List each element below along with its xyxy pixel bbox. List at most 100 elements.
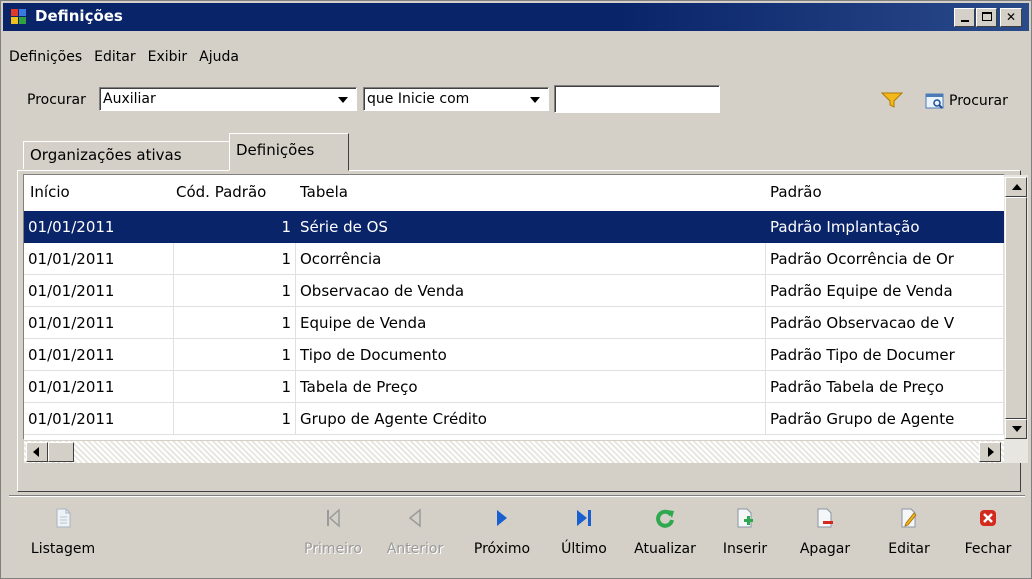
- definitions-table[interactable]: Início Cód. Padrão Tabela Padrão 01/01/2…: [23, 174, 1005, 440]
- first-record-icon: [327, 508, 340, 528]
- delete-icon: [817, 508, 833, 528]
- table-cell-cod[interactable]: 1: [174, 243, 296, 275]
- anterior-button[interactable]: Anterior: [377, 507, 453, 571]
- search-field-value: Auxiliar: [103, 91, 156, 107]
- apagar-button[interactable]: Apagar: [793, 507, 857, 571]
- menu-ajuda[interactable]: Ajuda: [199, 49, 239, 69]
- table-cell-inicio[interactable]: 01/01/2011: [24, 211, 174, 243]
- table-cell-inicio[interactable]: 01/01/2011: [24, 275, 174, 307]
- vertical-scrollbar[interactable]: [1004, 175, 1028, 463]
- table-row[interactable]: 01/01/2011 1 Ocorrência Padrão Ocorrência d…: [24, 243, 1004, 275]
- maximize-icon: [981, 12, 992, 21]
- inserir-button[interactable]: Inserir: [713, 507, 777, 571]
- chevron-down-icon: [338, 97, 348, 103]
- table-cell-padrao[interactable]: Padrão Ocorrência de Or: [766, 243, 1004, 275]
- column-header-cod-padrao[interactable]: Cód. Padrão: [176, 183, 266, 201]
- table-row[interactable]: 01/01/2011 1 Tipo de Documento Padrão Tipo …: [24, 339, 1004, 371]
- table-cell-cod[interactable]: 1: [174, 339, 296, 371]
- arrow-right-icon: [988, 447, 994, 457]
- column-header-inicio[interactable]: Início: [30, 183, 70, 201]
- scroll-left-button[interactable]: [26, 442, 48, 462]
- search-field-select[interactable]: Auxiliar: [99, 87, 357, 111]
- column-header-tabela[interactable]: Tabela: [300, 183, 348, 201]
- next-record-icon: [497, 510, 507, 526]
- refresh-icon: [656, 509, 674, 528]
- proximo-button[interactable]: Próximo: [463, 507, 541, 571]
- listagem-button[interactable]: Listagem: [23, 507, 103, 571]
- table-cell-inicio[interactable]: 01/01/2011: [24, 403, 174, 435]
- table-row[interactable]: 01/01/2011 1 Equipe de Venda Padrão Observa…: [24, 307, 1004, 339]
- table-cell-tabela[interactable]: Tipo de Documento: [296, 339, 766, 371]
- table-cell-tabela[interactable]: Ocorrência: [296, 243, 766, 275]
- scroll-thumb-horizontal[interactable]: [48, 442, 74, 462]
- minimize-button[interactable]: [954, 8, 975, 27]
- column-header-padrao[interactable]: Padrão: [770, 183, 822, 201]
- scroll-right-button[interactable]: [979, 442, 1001, 462]
- scroll-down-button[interactable]: [1005, 419, 1027, 439]
- previous-record-icon: [408, 508, 421, 528]
- search-icon: [925, 93, 944, 109]
- table-cell-cod[interactable]: 1: [174, 307, 296, 339]
- close-window-button[interactable]: ✕: [1000, 8, 1022, 27]
- table-cell-inicio[interactable]: 01/01/2011: [24, 371, 174, 403]
- minimize-icon: [960, 20, 969, 22]
- maximize-button[interactable]: [976, 8, 997, 27]
- chevron-down-icon: [530, 97, 540, 103]
- ultimo-button[interactable]: Último: [551, 507, 617, 571]
- search-condition-select[interactable]: que Inicie com: [363, 87, 549, 111]
- table-cell-padrao[interactable]: Padrão Equipe de Venda: [766, 275, 1004, 307]
- table-cell-tabela[interactable]: Série de OS: [296, 211, 766, 243]
- table-row[interactable]: 01/01/2011 1 Observacao de Venda Padrão Equ…: [24, 275, 1004, 307]
- table-cell-padrao[interactable]: Padrão Grupo de Agente: [766, 403, 1004, 435]
- table-row[interactable]: 01/01/2011 1 Tabela de Preço Padrão Tabela …: [24, 371, 1004, 403]
- edit-icon: [901, 508, 917, 528]
- table-header: Início Cód. Padrão Tabela Padrão: [24, 175, 1004, 211]
- title-bar[interactable]: Definições ✕: [3, 3, 1029, 31]
- proximo-label: Próximo: [473, 541, 531, 557]
- tab-definicoes[interactable]: Definições: [229, 133, 349, 171]
- table-row[interactable]: 01/01/2011 1 Série de OS Padrão Implantação: [24, 211, 1004, 243]
- apagar-label: Apagar: [799, 541, 851, 557]
- search-condition-value: que Inicie com: [367, 91, 470, 107]
- editar-button[interactable]: Editar: [879, 507, 939, 571]
- primeiro-button[interactable]: Primeiro: [297, 507, 369, 571]
- filter-icon[interactable]: [881, 91, 903, 109]
- table-cell-tabela[interactable]: Tabela de Preço: [296, 371, 766, 403]
- search-button[interactable]: Procurar: [925, 89, 1008, 113]
- inserir-label: Inserir: [722, 541, 768, 557]
- table-cell-tabela[interactable]: Observacao de Venda: [296, 275, 766, 307]
- table-cell-cod[interactable]: 1: [174, 211, 296, 243]
- horizontal-scrollbar[interactable]: [24, 441, 1004, 463]
- atualizar-button[interactable]: Atualizar: [625, 507, 705, 571]
- table-cell-cod[interactable]: 1: [174, 403, 296, 435]
- insert-icon: [737, 508, 753, 528]
- search-button-label: Procurar: [949, 93, 1008, 109]
- table-cell-padrao[interactable]: Padrão Tabela de Preço: [766, 371, 1004, 403]
- menu-definicoes[interactable]: Definições: [9, 49, 82, 69]
- table-cell-padrao[interactable]: Padrão Implantação: [766, 211, 1004, 243]
- atualizar-label: Atualizar: [634, 541, 696, 557]
- table-cell-tabela[interactable]: Equipe de Venda: [296, 307, 766, 339]
- menu-exibir[interactable]: Exibir: [148, 49, 188, 69]
- tab-organizacoes-ativas[interactable]: Organizações ativas: [23, 141, 229, 169]
- editar-label: Editar: [888, 541, 930, 557]
- table-cell-inicio[interactable]: 01/01/2011: [24, 307, 174, 339]
- table-cell-inicio[interactable]: 01/01/2011: [24, 339, 174, 371]
- table-cell-inicio[interactable]: 01/01/2011: [24, 243, 174, 275]
- document-icon: [56, 508, 71, 528]
- table-row[interactable]: 01/01/2011 1 Grupo de Agente Crédito Padrão…: [24, 403, 1004, 435]
- last-record-icon: [577, 510, 591, 526]
- scroll-up-button[interactable]: [1005, 177, 1027, 197]
- table-cell-padrao[interactable]: Padrão Tipo de Documer: [766, 339, 1004, 371]
- fechar-button[interactable]: Fechar: [957, 507, 1019, 571]
- table-cell-cod[interactable]: 1: [174, 371, 296, 403]
- table-cell-cod[interactable]: 1: [174, 275, 296, 307]
- tab-label: Definições: [236, 141, 315, 159]
- search-label: Procurar: [27, 92, 86, 108]
- table-cell-padrao[interactable]: Padrão Observacao de V: [766, 307, 1004, 339]
- search-text-input[interactable]: [554, 85, 720, 113]
- table-cell-tabela[interactable]: Grupo de Agente Crédito: [296, 403, 766, 435]
- scroll-thumb[interactable]: [1005, 197, 1027, 419]
- menu-editar[interactable]: Editar: [94, 49, 135, 69]
- toolbar-separator: [9, 495, 1025, 497]
